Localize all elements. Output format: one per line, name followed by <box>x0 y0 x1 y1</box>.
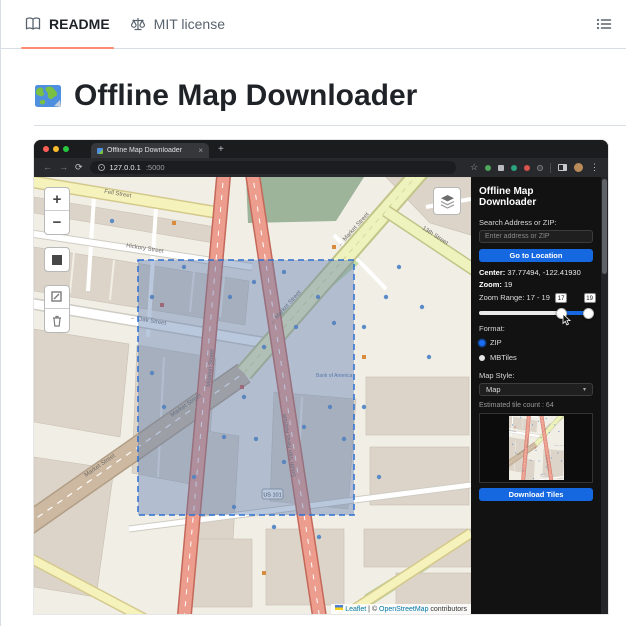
center-label: Center: <box>479 268 506 277</box>
browser-nav-bar: ← → ⟳ 127.0.0.1 :5000 ☆ ⋮ <box>34 158 608 177</box>
zoom-control: + − <box>44 187 70 235</box>
book-icon <box>25 17 41 30</box>
zoom-value: 19 <box>501 280 513 289</box>
zoom-range-slider[interactable] <box>479 306 594 326</box>
extension-icon-3[interactable] <box>511 164 518 171</box>
app-screenshot: Offline Map Downloader × + ← → ⟳ 127.0.0… <box>34 140 608 614</box>
draw-rectangle-button[interactable] <box>44 247 70 272</box>
page-title: Offline Map Downloader <box>34 79 626 126</box>
sidebar-title: Offline Map Downloader <box>479 186 537 208</box>
close-window-button[interactable] <box>43 146 49 152</box>
back-button[interactable]: ← <box>43 163 52 172</box>
search-label: Search Address or ZIP: <box>479 218 557 227</box>
format-mbtiles-label: MBTiles <box>490 353 517 362</box>
radio-mbtiles[interactable] <box>479 355 485 361</box>
center-value: 37.77494, -122.41930 <box>505 268 581 277</box>
new-tab-button[interactable]: + <box>218 144 224 155</box>
leaflet-link[interactable]: Leaflet <box>345 606 366 613</box>
browser-tab-strip: Offline Map Downloader × + <box>34 140 608 158</box>
attribution-suffix: contributors <box>428 606 467 613</box>
tab-license[interactable]: MIT license <box>120 0 235 48</box>
reload-button[interactable]: ⟳ <box>75 163 83 172</box>
layers-control[interactable] <box>433 187 461 215</box>
format-option-mbtiles[interactable]: MBTiles <box>479 353 593 363</box>
ukraine-flag-icon <box>335 605 344 610</box>
attribution-separator: | © <box>366 606 380 613</box>
osm-link[interactable]: OpenStreetMap <box>379 606 428 613</box>
map-style-label: Map Style: <box>479 371 515 380</box>
toolbar-divider <box>550 162 552 173</box>
outline-list-icon[interactable] <box>596 16 612 32</box>
tab-readme[interactable]: README <box>15 0 120 49</box>
url-port: :5000 <box>145 163 165 172</box>
extension-icon-5[interactable] <box>537 164 544 171</box>
readme-tab-bar: README MIT license <box>1 0 626 49</box>
extension-icon-4[interactable] <box>524 164 531 171</box>
app-body: US 101 Fell Street Hickory Street ← Oak … <box>34 177 608 614</box>
browser-tab[interactable]: Offline Map Downloader × <box>91 143 209 158</box>
zoom-window-button[interactable] <box>63 146 69 152</box>
readme-card: README MIT license Offline Map Downloade… <box>0 0 626 626</box>
bookmark-star-icon[interactable]: ☆ <box>470 162 478 173</box>
format-label: Format: <box>479 324 505 333</box>
draw-edit-control <box>44 285 70 333</box>
leaflet-map[interactable]: US 101 Fell Street Hickory Street ← Oak … <box>34 177 471 614</box>
download-tiles-button[interactable]: Download Tiles <box>479 488 593 501</box>
world-map-emoji <box>35 85 61 107</box>
browser-menu-icon[interactable]: ⋮ <box>590 162 599 173</box>
tile-count-text: Estimated tile count : 64 <box>479 402 554 409</box>
map-style-select[interactable]: Map ▾ <box>479 383 593 396</box>
page-title-text: Offline Map Downloader <box>74 79 418 112</box>
window-traffic-lights <box>43 146 69 152</box>
address-bar[interactable]: 127.0.0.1 :5000 <box>89 161 457 174</box>
slider-handle-max[interactable] <box>582 307 594 319</box>
url-host: 127.0.0.1 <box>109 163 141 172</box>
minimize-window-button[interactable] <box>53 146 59 152</box>
selection-rectangle[interactable] <box>137 259 355 516</box>
extension-icon-2[interactable] <box>498 164 505 171</box>
map-style-value: Map <box>486 385 501 394</box>
zoom-range-label: Zoom Range: 17 - 19 <box>479 293 550 302</box>
rectangle-glyph <box>52 254 62 265</box>
edit-layers-button[interactable] <box>45 286 69 309</box>
zoom-readout: Zoom: 19 <box>479 279 593 290</box>
zoom-range-row: Zoom Range: 17 - 19 17 19 <box>479 293 596 304</box>
range-min-bubble: 17 <box>555 293 568 303</box>
format-zip-label: ZIP <box>490 338 502 347</box>
center-readout: Center: 37.77494, -122.41930 <box>479 267 593 278</box>
site-info-icon[interactable] <box>97 164 105 171</box>
tab-readme-label: README <box>49 16 110 32</box>
tile-preview-box <box>479 413 593 483</box>
format-option-zip[interactable]: ZIP <box>479 338 593 348</box>
radio-zip-selected[interactable] <box>479 340 485 346</box>
map-attribution: Leaflet | © OpenStreetMap contributors <box>331 604 471 614</box>
edit-icon <box>51 291 62 302</box>
search-input[interactable] <box>479 230 593 243</box>
map-tiles: US 101 Fell Street Hickory Street ← Oak … <box>34 177 471 614</box>
zoom-in-button[interactable]: + <box>45 188 69 211</box>
favicon <box>97 147 103 154</box>
tile-preview-image <box>509 416 564 480</box>
law-scales-icon <box>130 17 145 31</box>
chevron-down-icon: ▾ <box>582 387 586 393</box>
profile-avatar[interactable] <box>574 163 583 172</box>
delete-layers-button[interactable] <box>45 309 69 332</box>
extension-icon-1[interactable] <box>485 164 492 171</box>
zoom-out-button[interactable]: − <box>45 211 69 234</box>
close-tab-icon[interactable]: × <box>198 146 203 155</box>
app-sidebar: Offline Map Downloader Search Address or… <box>471 177 601 614</box>
scrollbar-thumb[interactable] <box>602 179 607 274</box>
tab-license-label: MIT license <box>153 16 225 32</box>
mouse-cursor <box>562 313 572 326</box>
browser-tab-title: Offline Map Downloader <box>107 147 182 154</box>
zoom-label: Zoom: <box>479 280 502 289</box>
trash-icon <box>53 315 61 327</box>
layers-icon <box>440 194 454 209</box>
forward-button[interactable]: → <box>59 163 68 172</box>
side-panel-icon[interactable] <box>558 164 567 171</box>
go-to-location-button[interactable]: Go to Location <box>479 249 593 262</box>
range-max-bubble: 19 <box>583 293 596 303</box>
browser-scrollbar[interactable] <box>601 177 608 614</box>
